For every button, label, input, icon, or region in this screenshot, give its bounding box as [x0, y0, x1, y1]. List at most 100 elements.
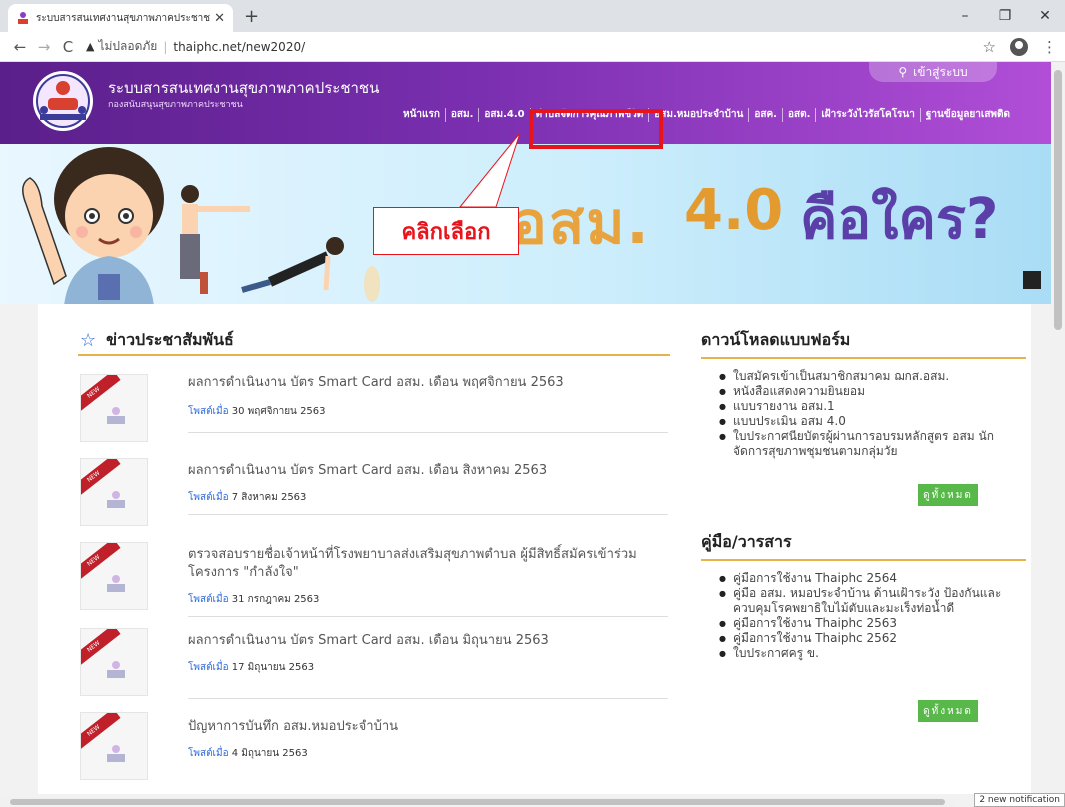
- horizontal-scroll-thumb[interactable]: [10, 799, 945, 805]
- downloads-section: ดาวน์โหลดแบบฟอร์ม ใบสมัครเข้าเป็นสมาชิกส…: [701, 328, 1026, 459]
- news-divider: [188, 616, 668, 617]
- downloads-view-all-button[interactable]: ดูทั้งหมด: [918, 484, 978, 506]
- site-logo[interactable]: [30, 68, 96, 134]
- forward-button[interactable]: →: [32, 38, 56, 56]
- news-title-link[interactable]: ตรวจสอบรายชื่อเจ้าหน้าที่โรงพยาบาลส่งเสร…: [188, 546, 668, 582]
- news-date: โพสต์เมื่อ 4 มิถุนายน 2563: [188, 746, 308, 761]
- downloads-list: ใบสมัครเข้าเป็นสมาชิกสมาคม ฌกส.อสม. หนัง…: [701, 369, 1026, 459]
- nav-osm-family-doctor[interactable]: อสม.หมอประจำบ้าน: [649, 108, 750, 122]
- manual-link[interactable]: คู่มือ อสม. หมอประจำบ้าน ด้านเฝ้าระวัง ป…: [719, 586, 1026, 616]
- nav-osk[interactable]: อสค.: [749, 108, 783, 122]
- banner-text-40: 4.0: [684, 178, 784, 243]
- address-bar[interactable]: ▲ ไม่ปลอดภัย | thaiphc.net/new2020/: [86, 35, 983, 59]
- news-thumbnail[interactable]: NEW: [80, 374, 148, 442]
- site-subtitle: กองสนับสนุนสุขภาพภาคประชาชน: [108, 100, 243, 110]
- news-divider: [188, 514, 668, 515]
- manual-link[interactable]: คู่มือการใช้งาน Thaiphc 2563: [719, 616, 1026, 631]
- url-text[interactable]: thaiphc.net/new2020/: [173, 40, 305, 54]
- vertical-scroll-thumb[interactable]: [1054, 70, 1062, 330]
- news-heading-underline: [78, 354, 670, 356]
- maximize-button[interactable]: ❐: [985, 0, 1025, 32]
- login-button[interactable]: ⚲ เข้าสู่ระบบ: [869, 62, 997, 82]
- nav-corona-watch[interactable]: เฝ้าระวังไวรัสโคโรนา: [816, 108, 921, 122]
- news-heading-text: ข่าวประชาสัมพันธ์: [106, 330, 234, 349]
- new-tab-button[interactable]: +: [244, 6, 259, 27]
- news-item[interactable]: NEW ตรวจสอบรายชื่อเจ้าหน้าที่โรงพยาบาลส่…: [80, 542, 670, 638]
- download-link[interactable]: แบบประเมิน อสม 4.0: [719, 414, 1026, 429]
- nav-drug-database[interactable]: ฐานข้อมูลยาเสพติด: [921, 108, 1015, 122]
- close-window-button[interactable]: ✕: [1025, 0, 1065, 32]
- posted-label: โพสต์เมื่อ: [188, 662, 229, 673]
- news-date-value: 7 สิงหาคม 2563: [231, 492, 307, 503]
- news-date: โพสต์เมื่อ 7 สิงหาคม 2563: [188, 490, 306, 505]
- news-thumbnail[interactable]: NEW: [80, 628, 148, 696]
- nav-osm40[interactable]: อสม.4.0: [479, 108, 531, 122]
- news-title-link[interactable]: ปัญหาการบันทึก อสม.หมอประจำบ้าน: [188, 718, 668, 736]
- download-link[interactable]: ใบประกาศนียบัตรผู้ผ่านการอบรมหลักสูตร อส…: [719, 429, 1026, 459]
- back-button[interactable]: ←: [8, 38, 32, 56]
- news-thumbnail[interactable]: NEW: [80, 458, 148, 526]
- click-select-callout: คลิกเลือก: [373, 207, 519, 255]
- address-separator: |: [163, 39, 168, 54]
- browser-menu-icon[interactable]: ⋮: [1042, 38, 1057, 56]
- news-item[interactable]: NEW ปัญหาการบันทึก อสม.หมอประจำบ้าน โพสต…: [80, 712, 670, 796]
- star-icon: ☆: [80, 330, 97, 351]
- horizontal-scrollbar[interactable]: [0, 797, 955, 807]
- nav-home[interactable]: หน้าแรก: [398, 108, 446, 122]
- browser-toolbar: ← → C ▲ ไม่ปลอดภัย | thaiphc.net/new2020…: [0, 32, 1065, 62]
- minimize-button[interactable]: –: [945, 0, 985, 32]
- warning-icon[interactable]: ▲: [86, 40, 94, 53]
- news-section-heading: ☆ ข่าวประชาสัมพันธ์: [80, 328, 234, 353]
- posted-label: โพสต์เมื่อ: [188, 492, 229, 503]
- news-divider: [188, 698, 668, 699]
- browser-tab[interactable]: ระบบสารสนเทศงานสุขภาพภาคประชาชน ✕: [8, 4, 233, 32]
- bookmark-star-icon[interactable]: ☆: [983, 38, 996, 56]
- vertical-scrollbar[interactable]: [1051, 62, 1065, 807]
- banner-text-who: คือใคร?: [800, 187, 999, 252]
- download-link[interactable]: หนังสือแสดงความยินยอม: [719, 384, 1026, 399]
- posted-label: โพสต์เมื่อ: [188, 748, 229, 759]
- news-title-link[interactable]: ผลการดำเนินงาน บัตร Smart Card อสม. เดือ…: [188, 462, 668, 480]
- exercise-people-illustration: [180, 185, 380, 302]
- nav-ost[interactable]: อสต.: [783, 108, 817, 122]
- manual-link[interactable]: ใบประกาศครู ข.: [719, 646, 1026, 661]
- news-date: โพสต์เมื่อ 31 กรกฎาคม 2563: [188, 592, 319, 607]
- content-panel: ☆ ข่าวประชาสัมพันธ์ NEW ผลการดำเนินงาน บ…: [38, 304, 1031, 794]
- reload-button[interactable]: C: [56, 38, 80, 56]
- insecure-label: ไม่ปลอดภัย: [98, 39, 158, 53]
- key-icon: ⚲: [898, 65, 908, 79]
- news-item[interactable]: NEW ผลการดำเนินงาน บัตร Smart Card อสม. …: [80, 628, 670, 712]
- download-link[interactable]: ใบสมัครเข้าเป็นสมาชิกสมาคม ฌกส.อสม.: [719, 369, 1026, 384]
- news-date-value: 17 มิถุนายน 2563: [231, 662, 315, 673]
- placeholder-logo-icon: [107, 661, 125, 678]
- profile-avatar-icon[interactable]: [1010, 37, 1028, 56]
- news-title-link[interactable]: ผลการดำเนินงาน บัตร Smart Card อสม. เดือ…: [188, 374, 668, 392]
- manual-link[interactable]: คู่มือการใช้งาน Thaiphc 2562: [719, 631, 1026, 646]
- manual-link[interactable]: คู่มือการใช้งาน Thaiphc 2564: [719, 571, 1026, 586]
- callout-pointer: [458, 132, 521, 208]
- browser-titlebar: ระบบสารสนเทศงานสุขภาพภาคประชาชน ✕ + – ❐ …: [0, 0, 1065, 32]
- news-item[interactable]: NEW ผลการดำเนินงาน บัตร Smart Card อสม. …: [80, 458, 670, 542]
- news-thumbnail[interactable]: NEW: [80, 712, 148, 780]
- news-item[interactable]: NEW ผลการดำเนินงาน บัตร Smart Card อสม. …: [80, 374, 670, 458]
- manuals-section: คู่มือ/วารสาร คู่มือการใช้งาน Thaiphc 25…: [701, 530, 1026, 661]
- content-area: ☆ ข่าวประชาสัมพันธ์ NEW ผลการดำเนินงาน บ…: [0, 304, 1065, 807]
- manuals-view-all-button[interactable]: ดูทั้งหมด: [918, 700, 978, 722]
- main-nav: หน้าแรก อสม. อสม.4.0 ตำบลจัดการคุณภาพชีว…: [398, 108, 1015, 122]
- news-title-link[interactable]: ผลการดำเนินงาน บัตร Smart Card อสม. เดือ…: [188, 632, 668, 650]
- notification-badge[interactable]: 2 new notification: [974, 793, 1065, 807]
- news-thumbnail[interactable]: NEW: [80, 542, 148, 610]
- manuals-heading: คู่มือ/วารสาร: [701, 530, 1026, 561]
- posted-label: โพสต์เมื่อ: [188, 594, 229, 605]
- nav-osm[interactable]: อสม.: [446, 108, 480, 122]
- tab-close-icon[interactable]: ✕: [214, 11, 225, 26]
- slider-control-square[interactable]: [1023, 271, 1041, 289]
- placeholder-logo-icon: [107, 575, 125, 592]
- placeholder-logo-icon: [107, 745, 125, 762]
- downloads-heading: ดาวน์โหลดแบบฟอร์ม: [701, 328, 1026, 359]
- site-favicon-icon: [18, 12, 28, 24]
- download-link[interactable]: แบบรายงาน อสม.1: [719, 399, 1026, 414]
- placeholder-logo-icon: [107, 407, 125, 424]
- news-date-value: 4 มิถุนายน 2563: [231, 748, 308, 759]
- placeholder-logo-icon: [107, 491, 125, 508]
